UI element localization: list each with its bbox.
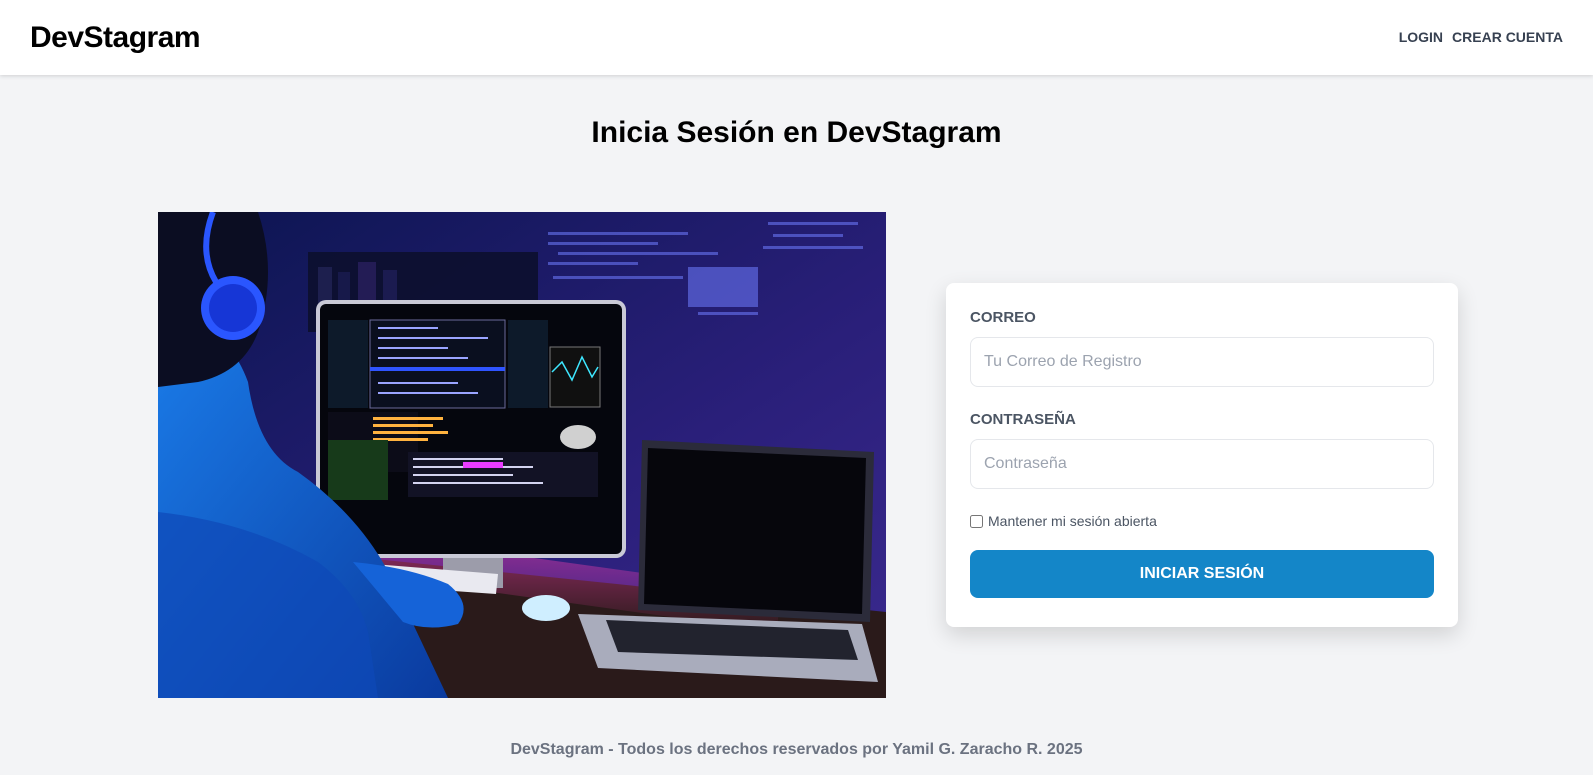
email-label: CORREO <box>970 309 1036 326</box>
password-label: CONTRASEÑA <box>970 411 1076 428</box>
page-title: Inicia Sesión en DevStagram <box>591 116 1002 149</box>
remember-label[interactable]: Mantener mi sesión abierta <box>988 513 1157 529</box>
brand-logo[interactable]: DevStagram <box>30 21 201 55</box>
remember-row: Mantener mi sesión abierta <box>970 513 1434 529</box>
login-link[interactable]: LOGIN <box>1399 29 1443 45</box>
top-nav: LOGIN CREAR CUENTA <box>1399 29 1563 45</box>
footer-text: DevStagram - Todos los derechos reservad… <box>510 741 1083 758</box>
login-button[interactable]: INICIAR SESIÓN <box>970 550 1434 598</box>
developer-at-computer-illustration <box>158 212 886 698</box>
password-field[interactable] <box>970 439 1434 489</box>
hero-image <box>158 212 886 698</box>
top-bar: DevStagram LOGIN CREAR CUENTA <box>0 0 1593 75</box>
register-link[interactable]: CREAR CUENTA <box>1452 29 1563 45</box>
remember-checkbox[interactable] <box>970 514 983 528</box>
login-form: CORREO CONTRASEÑA Mantener mi sesión abi… <box>946 283 1458 627</box>
email-field[interactable] <box>970 337 1434 387</box>
